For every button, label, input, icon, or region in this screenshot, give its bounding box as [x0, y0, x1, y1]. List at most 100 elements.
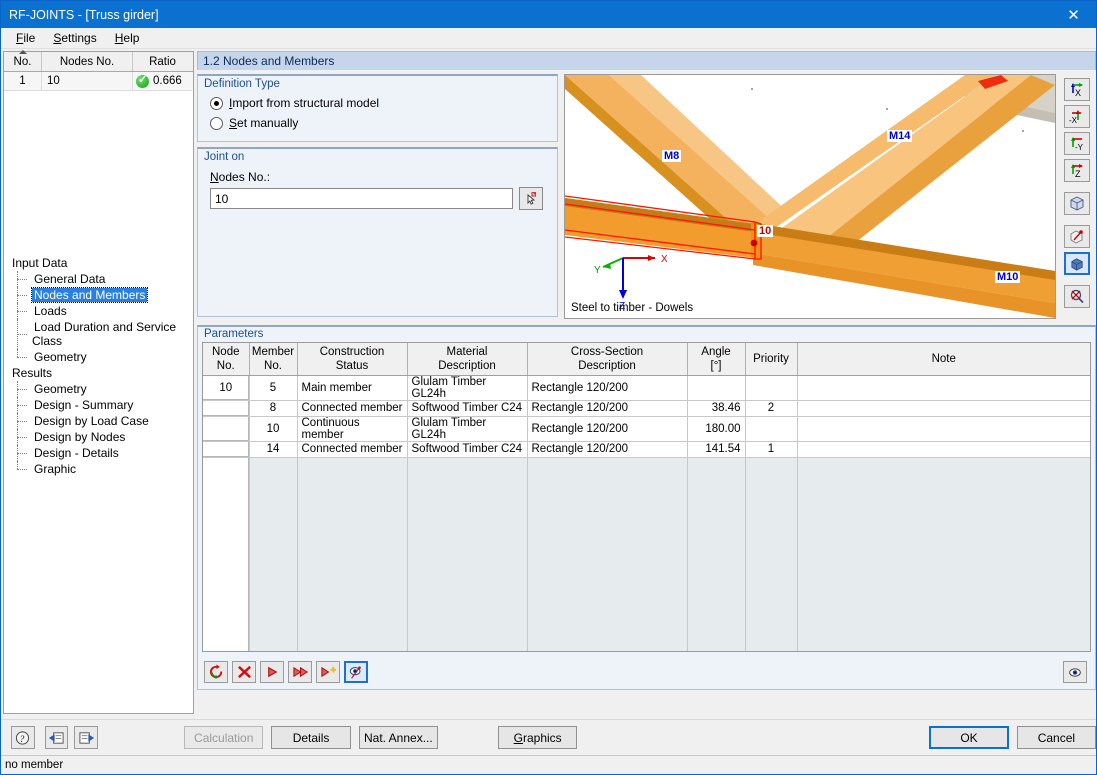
cell-cross-section[interactable]: Rectangle 120/200: [527, 400, 688, 417]
column-header-angle[interactable]: Angle [°]: [687, 343, 746, 376]
view-x-icon[interactable]: X: [1064, 78, 1090, 101]
column-header-no[interactable]: No.: [4, 50, 42, 71]
cell-node-no[interactable]: [203, 400, 250, 417]
cell-priority[interactable]: [745, 416, 798, 442]
cancel-button[interactable]: Cancel: [1016, 726, 1097, 749]
column-header-material-description[interactable]: Material Description: [407, 343, 528, 376]
table-row[interactable]: 10 Continuous member Glulam Timber GL24h…: [203, 416, 1090, 442]
column-header-ratio[interactable]: Ratio: [133, 52, 192, 71]
tree-group-results[interactable]: Results: [10, 365, 193, 381]
window-title: RF-JOINTS - [Truss girder]: [9, 7, 159, 22]
parameters-table[interactable]: Node No. Member No. Construction Status Mat…: [202, 342, 1091, 652]
cell-construction-status[interactable]: Connected member: [297, 400, 408, 417]
view-render-icon[interactable]: [1064, 252, 1090, 275]
cell-material[interactable]: Softwood Timber C24: [407, 441, 528, 458]
joint-on-group: Joint on Nodes No.:: [197, 147, 558, 317]
cell-angle[interactable]: 180.00: [687, 416, 746, 442]
cell-material[interactable]: Softwood Timber C24: [407, 400, 528, 417]
run-all-icon[interactable]: [288, 661, 312, 683]
menu-item-settings[interactable]: Settings: [44, 29, 105, 47]
radio-import-from-structural-model[interactable]: Import from structural model: [210, 96, 547, 110]
cell-priority[interactable]: 1: [745, 441, 798, 458]
column-header-cross-section-description[interactable]: Cross-Section Description: [527, 343, 688, 376]
table-row[interactable]: 14 Connected member Softwood Timber C24 …: [203, 441, 1090, 458]
delete-row-icon[interactable]: [232, 661, 256, 683]
close-icon[interactable]: ✕: [1051, 1, 1096, 28]
cell-cross-section[interactable]: Rectangle 120/200: [527, 416, 688, 442]
zoom-reset-icon[interactable]: [1064, 285, 1090, 308]
cell-construction-status[interactable]: Continuous member: [297, 416, 408, 442]
tree-item-design-by-nodes[interactable]: Design by Nodes: [10, 429, 193, 445]
run-icon[interactable]: [260, 661, 284, 683]
calculation-button[interactable]: Calculation: [184, 726, 264, 749]
view-neg-y-icon[interactable]: -Y: [1064, 132, 1090, 155]
cell-node-no[interactable]: [203, 416, 250, 442]
cell-material[interactable]: Glulam Timber GL24h: [407, 416, 528, 442]
menu-item-help[interactable]: Help: [106, 29, 149, 47]
tree-item-geometry-input[interactable]: Geometry: [10, 349, 193, 365]
cell-node-no[interactable]: [203, 441, 250, 458]
table-empty-row[interactable]: [203, 457, 1090, 651]
model-graphic-view[interactable]: X Y Z M8 M14 M10 10 Steel to timber - Do…: [564, 74, 1056, 319]
column-header-nodes-no[interactable]: Nodes No.: [42, 52, 133, 71]
table-row[interactable]: 1 10 0.666: [4, 72, 193, 91]
column-header-note[interactable]: Note: [797, 343, 1090, 376]
view-neg-x-icon[interactable]: -X: [1064, 105, 1090, 128]
cell-priority[interactable]: 2: [745, 400, 798, 417]
ok-button[interactable]: OK: [929, 726, 1009, 749]
next-module-icon[interactable]: [74, 726, 99, 749]
cell-member-no[interactable]: 10: [249, 416, 298, 442]
cell-note[interactable]: [797, 441, 1090, 458]
column-header-priority[interactable]: Priority: [745, 343, 798, 376]
tree-item-graphic[interactable]: Graphic: [10, 461, 193, 477]
table-row[interactable]: 8 Connected member Softwood Timber C24 R…: [203, 400, 1090, 417]
column-header-construction-status[interactable]: Construction Status: [297, 343, 408, 376]
cell-angle[interactable]: 38.46: [687, 400, 746, 417]
cell-cross-section[interactable]: Rectangle 120/200: [527, 375, 688, 401]
refresh-icon[interactable]: [204, 661, 228, 683]
cell-angle[interactable]: [687, 375, 746, 401]
cell-construction-status[interactable]: Main member: [297, 375, 408, 401]
tree-item-design-details[interactable]: Design - Details: [10, 445, 193, 461]
cell-cross-section[interactable]: Rectangle 120/200: [527, 441, 688, 458]
view-rotate-icon[interactable]: [1064, 225, 1090, 248]
tree-item-general-data[interactable]: General Data: [10, 271, 193, 287]
tree-item-load-duration-and-service-class[interactable]: Load Duration and Service Class: [10, 319, 193, 349]
details-button[interactable]: Details: [271, 726, 351, 749]
graphics-button[interactable]: Graphics: [498, 726, 578, 749]
add-row-icon[interactable]: [316, 661, 340, 683]
column-header-member-no[interactable]: Member No.: [249, 343, 298, 376]
tree-group-input-data[interactable]: Input Data: [10, 255, 193, 271]
tree-item-nodes-and-members[interactable]: Nodes and Members: [10, 287, 193, 303]
cell-construction-status[interactable]: Connected member: [297, 441, 408, 458]
radio-label-manual: Set manually: [229, 116, 299, 130]
cell-material[interactable]: Glulam Timber GL24h: [407, 375, 528, 401]
cell-note[interactable]: [797, 416, 1090, 442]
view-isometric-icon[interactable]: [1064, 192, 1090, 215]
cell-node-no[interactable]: 10: [203, 375, 250, 401]
tree-item-results-geometry[interactable]: Geometry: [10, 381, 193, 397]
cell-member-no[interactable]: 8: [249, 400, 298, 417]
table-toolbar: [204, 661, 368, 683]
view-z-icon[interactable]: Z: [1064, 159, 1090, 182]
nat-annex-button[interactable]: Nat. Annex...: [358, 726, 438, 749]
nodes-no-input[interactable]: [210, 188, 513, 209]
visibility-icon[interactable]: [1063, 661, 1087, 683]
cell-note[interactable]: [797, 375, 1090, 401]
view-selection-icon[interactable]: [344, 661, 368, 683]
tree-item-design-by-load-case[interactable]: Design by Load Case: [10, 413, 193, 429]
help-icon[interactable]: ?: [11, 726, 35, 749]
radio-set-manually[interactable]: Set manually: [210, 116, 547, 130]
cell-note[interactable]: [797, 400, 1090, 417]
cell-priority[interactable]: [745, 375, 798, 401]
menu-item-file[interactable]: File: [7, 29, 44, 47]
cell-member-no[interactable]: 5: [249, 375, 298, 401]
cell-member-no[interactable]: 14: [249, 441, 298, 458]
pick-from-model-icon[interactable]: [519, 187, 543, 210]
previous-module-icon[interactable]: [44, 726, 69, 749]
tree-item-loads[interactable]: Loads: [10, 303, 193, 319]
cell-angle[interactable]: 141.54: [687, 441, 746, 458]
column-header-node-no[interactable]: Node No.: [203, 343, 250, 376]
table-row[interactable]: 10 5 Main member Glulam Timber GL24h Rec…: [203, 375, 1090, 401]
tree-item-design-summary[interactable]: Design - Summary: [10, 397, 193, 413]
